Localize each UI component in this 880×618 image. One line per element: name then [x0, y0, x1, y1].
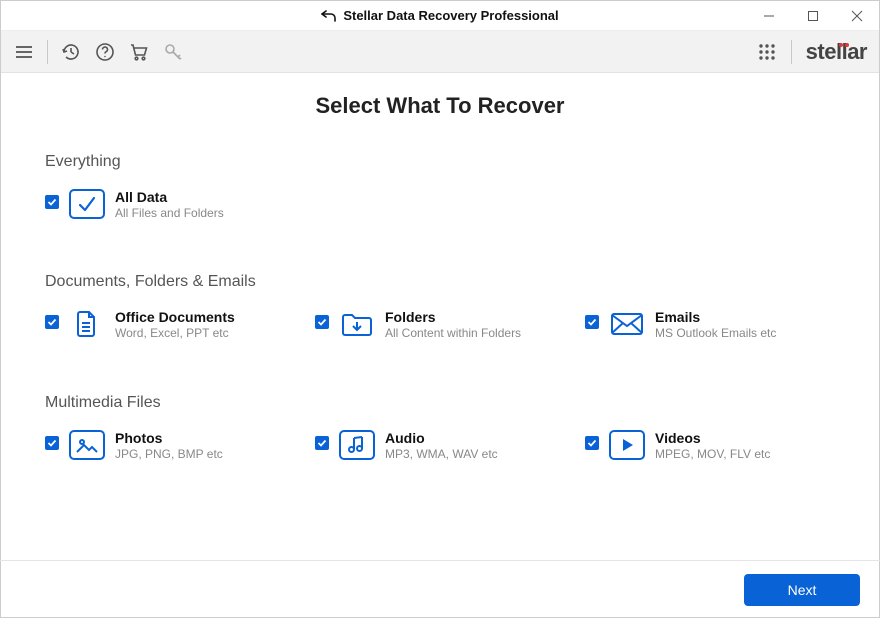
checkbox-all-data[interactable]: [45, 195, 59, 209]
document-icon: [69, 309, 105, 339]
option-sub: MS Outlook Emails etc: [655, 326, 776, 342]
checkbox-audio[interactable]: [315, 436, 329, 450]
section-title: Multimedia Files: [45, 394, 835, 412]
checkbox-photos[interactable]: [45, 436, 59, 450]
window-title: Stellar Data Recovery Professional: [343, 8, 558, 23]
option-videos: Videos MPEG, MOV, FLV etc: [585, 430, 835, 462]
footer: Next: [0, 560, 880, 618]
email-icon: [609, 309, 645, 339]
next-button[interactable]: Next: [744, 574, 860, 606]
option-sub: All Files and Folders: [115, 206, 224, 222]
option-all-data: All Data All Files and Folders: [45, 189, 305, 221]
section-media: Multimedia Files Photos JPG, PNG, BMP et…: [45, 394, 835, 462]
option-audio: Audio MP3, WMA, WAV etc: [315, 430, 565, 462]
audio-icon: [339, 430, 375, 460]
page-title: Select What To Recover: [45, 93, 835, 119]
help-icon[interactable]: [94, 41, 116, 63]
option-sub: All Content within Folders: [385, 326, 521, 342]
option-title: Audio: [385, 430, 498, 447]
titlebar: Stellar Data Recovery Professional: [1, 1, 879, 31]
close-button[interactable]: [835, 1, 879, 31]
option-title: Emails: [655, 309, 776, 326]
option-sub: Word, Excel, PPT etc: [115, 326, 235, 342]
option-sub: MP3, WMA, WAV etc: [385, 447, 498, 463]
checkbox-folders[interactable]: [315, 315, 329, 329]
option-title: Folders: [385, 309, 521, 326]
toolbar: stellar: [1, 31, 879, 73]
option-folders: Folders All Content within Folders: [315, 309, 565, 341]
history-icon[interactable]: [60, 41, 82, 63]
all-data-icon: [69, 189, 105, 219]
section-title: Everything: [45, 153, 835, 171]
option-emails: Emails MS Outlook Emails etc: [585, 309, 835, 341]
option-sub: JPG, PNG, BMP etc: [115, 447, 223, 463]
section-docs: Documents, Folders & Emails Office Docum…: [45, 273, 835, 341]
option-photos: Photos JPG, PNG, BMP etc: [45, 430, 295, 462]
minimize-button[interactable]: [747, 1, 791, 31]
section-title: Documents, Folders & Emails: [45, 273, 835, 291]
option-sub: MPEG, MOV, FLV etc: [655, 447, 770, 463]
cart-icon[interactable]: [128, 41, 150, 63]
main-content: Select What To Recover Everything All Da…: [1, 73, 879, 462]
section-everything: Everything All Data All Files and Folder…: [45, 153, 835, 221]
toolbar-divider: [47, 40, 48, 64]
maximize-button[interactable]: [791, 1, 835, 31]
option-title: All Data: [115, 189, 224, 206]
apps-grid-icon[interactable]: [757, 42, 777, 62]
option-title: Videos: [655, 430, 770, 447]
brand-logo: stellar: [806, 41, 867, 63]
folder-icon: [339, 309, 375, 339]
key-icon[interactable]: [162, 41, 184, 63]
option-title: Photos: [115, 430, 223, 447]
video-icon: [609, 430, 645, 460]
option-office: Office Documents Word, Excel, PPT etc: [45, 309, 295, 341]
option-title: Office Documents: [115, 309, 235, 326]
toolbar-divider: [791, 40, 792, 64]
undo-arrow-icon: [321, 9, 337, 23]
menu-icon[interactable]: [13, 41, 35, 63]
checkbox-office[interactable]: [45, 315, 59, 329]
checkbox-emails[interactable]: [585, 315, 599, 329]
photo-icon: [69, 430, 105, 460]
checkbox-videos[interactable]: [585, 436, 599, 450]
